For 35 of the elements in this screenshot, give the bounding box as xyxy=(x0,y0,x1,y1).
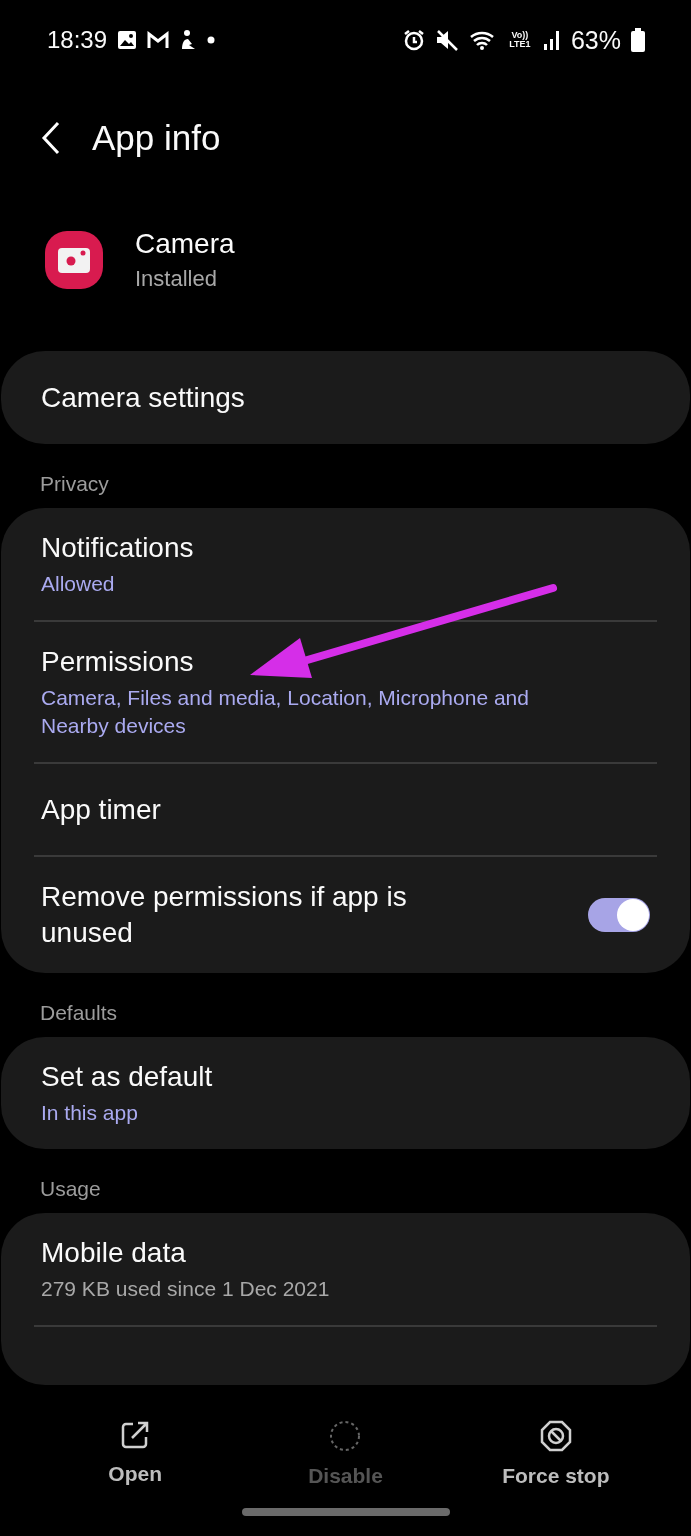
section-header: Usage xyxy=(39,1177,102,1201)
action-button[interactable]: Force stop xyxy=(465,1420,646,1488)
section-header: Privacy xyxy=(39,472,110,496)
setting-title[interactable]: Camera settings xyxy=(41,379,650,416)
camera-app-icon xyxy=(45,231,103,289)
setting-subtitle: In this app xyxy=(41,1100,139,1126)
action-button[interactable]: Open xyxy=(45,1420,226,1488)
network-label: Vo)) LTE1 xyxy=(508,31,532,49)
setting-subtitle: 279 KB used since 1 Dec 2021 xyxy=(41,1276,331,1302)
setting-subtitle: Camera, Files and media, Location, Microphone and Nearby devices xyxy=(41,685,530,739)
dot-icon xyxy=(207,36,216,44)
signal-icon xyxy=(542,29,561,51)
setting-title[interactable]: Remove permissions if app is unused xyxy=(41,879,481,951)
gallery-icon xyxy=(117,30,138,50)
stop-sign-icon xyxy=(539,1420,572,1452)
mute-icon xyxy=(434,29,459,51)
setting-title[interactable]: Notifications xyxy=(41,530,650,566)
setting-title[interactable]: Set as default xyxy=(41,1059,650,1095)
alarm-icon xyxy=(402,29,425,51)
setting-title[interactable]: App timer xyxy=(41,791,650,828)
setting-title[interactable]: Permissions xyxy=(41,644,650,680)
setting-title[interactable]: Mobile data xyxy=(41,1235,650,1271)
setting-subtitle: Allowed xyxy=(41,571,116,597)
app-name: Camera xyxy=(135,228,235,260)
battery-percent: 63% xyxy=(570,25,621,55)
clock: 18:39 xyxy=(47,26,108,54)
dashed-circle-icon xyxy=(329,1420,362,1452)
battery-icon xyxy=(631,28,645,52)
page-title: App info xyxy=(92,117,221,158)
toggle-switch[interactable] xyxy=(588,898,650,932)
share-icon xyxy=(120,1420,151,1450)
app-status: Installed xyxy=(135,266,218,292)
mail-icon xyxy=(147,31,170,49)
section-header: Defaults xyxy=(39,1001,119,1025)
back-icon[interactable] xyxy=(40,120,62,155)
